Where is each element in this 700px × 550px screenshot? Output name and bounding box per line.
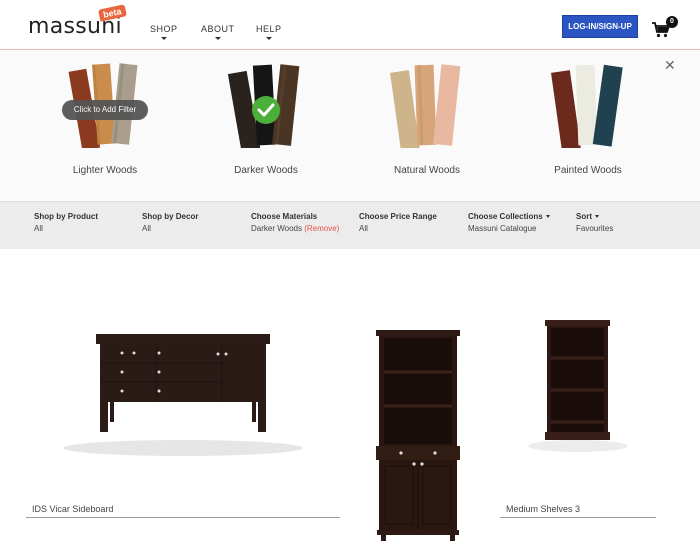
nav-help-label: HELP [256,24,282,34]
shop-by-product-filter[interactable]: Shop by Product All [34,212,98,233]
wood-filter-lighter[interactable]: Lighter Woods [40,58,170,183]
login-signup-button[interactable]: LOG-IN/SIGN-UP [562,15,638,38]
filter-value: Darker Woods (Remove) [251,224,339,233]
collections-title: Choose Collections [468,212,543,221]
tall-cabinet-image [376,330,460,541]
painted-woods-swatch [551,64,623,148]
natural-woods-swatch [390,64,461,148]
choose-price-range-filter[interactable]: Choose Price Range All [359,212,437,233]
nav-shop[interactable]: SHOP [150,24,178,40]
wood-filter-label: Painted Woods [554,165,622,176]
choose-materials-filter[interactable]: Choose Materials Darker Woods (Remove) [251,212,339,233]
divider [500,517,656,518]
wood-filter-darker[interactable]: Darker Woods [201,58,331,183]
wood-filter-label: Darker Woods [234,165,298,176]
checkmark-icon [252,96,280,124]
filter-value: All [34,224,43,233]
choose-collections-filter[interactable]: Choose Collections Massuni Catalogue [468,212,550,233]
product-card-medium-shelves[interactable]: Medium Shelves 3 [500,290,656,520]
product-name: Medium Shelves 3 [506,504,581,514]
wood-filter-natural[interactable]: Natural Woods [362,58,492,183]
filter-value: All [359,224,368,233]
wood-filter-label: Lighter Woods [72,165,138,176]
filter-title: Choose Collections [468,212,550,221]
nav-help[interactable]: HELP [256,24,282,40]
wood-filter-painted[interactable]: Painted Woods [523,58,653,183]
nav-about[interactable]: ABOUT [201,24,235,40]
filter-title: Shop by Product [34,212,98,221]
filter-value: Favourites [576,224,614,233]
medium-shelves-image [528,320,628,452]
header: massuni beta SHOP ABOUT HELP LOG-IN/SIGN… [0,0,700,50]
chevron-down-icon [265,37,272,40]
materials-value: Darker Woods [251,224,302,233]
filter-title: Sort [576,212,613,221]
sideboard-image [63,334,303,456]
filter-value: All [142,224,151,233]
chevron-down-icon [160,37,167,40]
filter-title: Shop by Decor [142,212,199,221]
nav-about-label: ABOUT [201,24,235,34]
chevron-down-icon [595,215,599,219]
filter-value: Massuni Catalogue [468,224,537,233]
product-name: IDS Vicar Sideboard [32,504,114,514]
divider [26,517,340,518]
close-icon[interactable]: ✕ [664,58,676,72]
product-card-tall-cabinet[interactable] [346,290,488,550]
cart-count-badge: 0 [666,16,678,28]
chevron-down-icon [214,37,221,40]
remove-filter-link[interactable]: (Remove) [304,224,339,233]
add-filter-tooltip: Click to Add Filter [62,100,148,120]
beta-badge: beta [98,4,127,22]
darker-woods-swatch [227,64,300,148]
nav-shop-label: SHOP [150,24,178,34]
product-card-sideboard[interactable]: IDS Vicar Sideboard [26,290,340,520]
sort-title: Sort [576,212,592,221]
filter-title: Choose Materials [251,212,318,221]
wood-filter-label: Natural Woods [394,165,460,176]
shop-by-decor-filter[interactable]: Shop by Decor All [142,212,198,233]
filter-bar: Shop by Product All Shop by Decor All Ch… [0,201,700,249]
chevron-down-icon [545,215,550,219]
sort-filter[interactable]: Sort Favourites [576,212,613,233]
filter-title: Choose Price Range [359,212,437,221]
